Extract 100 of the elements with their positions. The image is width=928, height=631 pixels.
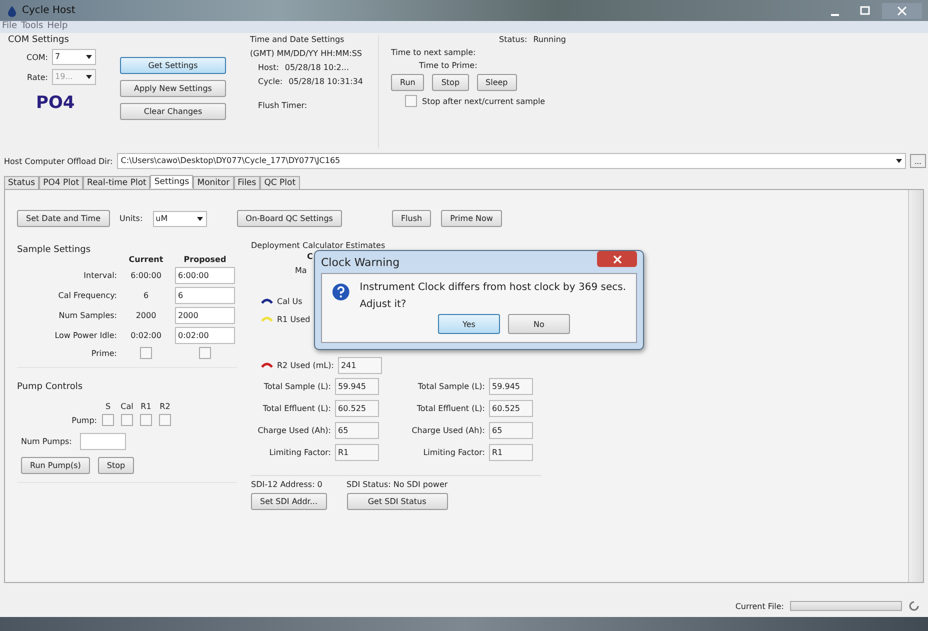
settings-button[interactable]: Apply New Settings: [120, 80, 226, 97]
refresh-icon: [908, 600, 920, 612]
menu-item[interactable]: Help: [47, 21, 68, 33]
estimate-label: Total Sample (L):: [418, 382, 485, 391]
proposed-field[interactable]: 6: [175, 287, 235, 304]
estimate-label: Limiting Factor:: [269, 448, 331, 457]
get-sdi-button[interactable]: Get SDI Status: [346, 493, 448, 510]
estimate-label: Charge Used (Ah):: [258, 426, 331, 435]
value-field: 59.945: [335, 378, 379, 395]
run-control-button[interactable]: Sleep: [476, 74, 517, 91]
setting-label: Num Samples:: [58, 311, 117, 320]
run-pumps-button[interactable]: Run Pump(s): [21, 457, 90, 474]
menu-item[interactable]: Tools: [21, 21, 44, 33]
settings-button[interactable]: Clear Changes: [120, 103, 226, 120]
pump-label: S: [104, 402, 112, 411]
tab[interactable]: Monitor: [193, 176, 234, 189]
current-value: 6:00:00: [130, 271, 162, 280]
legend-label: Cal Us: [277, 296, 302, 306]
tab[interactable]: QC Plot: [260, 176, 300, 189]
cycle-time: 05/28/18 10:31:34: [288, 77, 363, 86]
checkbox[interactable]: [199, 347, 211, 359]
close-button[interactable]: [882, 2, 922, 18]
group-title: Sample Settings: [17, 245, 92, 255]
current-file-label: Current File:: [735, 602, 784, 610]
num-pumps-label: Num Pumps:: [21, 437, 72, 446]
scrollbar[interactable]: [908, 190, 923, 582]
checkbox[interactable]: [140, 414, 152, 426]
column-header: Proposed: [182, 255, 228, 264]
units-dropdown[interactable]: uM: [152, 210, 207, 226]
pump-label: R1: [140, 402, 152, 411]
offload-label: Host Computer Offload Dir:: [4, 156, 113, 166]
group-title: Time and Date Settings: [250, 35, 346, 44]
qc-settings-button[interactable]: On-Board QC Settings: [236, 210, 342, 227]
status-value: Running: [533, 35, 566, 44]
run-control-button[interactable]: Stop: [432, 74, 469, 91]
run-control-button[interactable]: Run: [391, 74, 424, 91]
setting-label: Cal Frequency:: [57, 291, 117, 300]
setting-label: Interval:: [82, 271, 117, 280]
value-field: 59.945: [489, 378, 533, 395]
window-title: Cycle Host: [22, 5, 76, 16]
set-date-button[interactable]: Set Date and Time: [17, 210, 110, 227]
next-sample-label: Time to next sample:: [391, 48, 477, 57]
num-pumps-field[interactable]: [80, 433, 126, 450]
maximize-icon: [860, 6, 870, 16]
column-header: Current: [128, 255, 164, 264]
prime-now-button[interactable]: Prime Now: [441, 210, 502, 227]
settings-button[interactable]: Get Settings: [120, 57, 226, 74]
proposed-field[interactable]: 0:02:00: [175, 327, 235, 344]
value-field: 65: [489, 422, 533, 439]
proposed-field[interactable]: 6:00:00: [175, 267, 235, 284]
checkbox[interactable]: [140, 347, 152, 359]
estimate-label: Total Sample (L):: [264, 382, 331, 391]
sdi-address-text: SDI-12 Address: 0: [251, 480, 324, 489]
analyte-label: PO4: [36, 93, 76, 113]
estimate-label: Charge Used (Ah):: [412, 426, 485, 435]
current-value: 2000: [134, 311, 158, 320]
tab[interactable]: Real-time Plot: [83, 176, 150, 189]
dialog-message: Instrument Clock differs from host clock by 369 secs.: [360, 282, 626, 293]
dialog-question: Adjust it?: [360, 299, 408, 310]
tab[interactable]: Files: [234, 176, 260, 189]
stop-button[interactable]: Stop: [98, 457, 134, 474]
flush-timer-label: Flush Timer:: [258, 101, 308, 110]
offload-dir-field[interactable]: C:\Users\cawo\Desktop\DY077\Cycle_177\DY077\JC165: [116, 153, 906, 169]
value-field: 60.525: [335, 400, 379, 417]
flush-button[interactable]: Flush: [392, 210, 432, 227]
checkbox[interactable]: [102, 414, 114, 426]
question-icon: [332, 282, 350, 302]
estimate-label: Total Effluent (L):: [416, 404, 485, 413]
current-value: 6: [142, 291, 150, 300]
pump-label: R2: [158, 402, 172, 411]
checkbox[interactable]: [405, 95, 417, 107]
com-dropdown[interactable]: 7: [52, 49, 96, 65]
rate-label: Rate:: [26, 72, 48, 82]
group-title: COM Settings: [8, 35, 70, 45]
value-field: 241: [338, 356, 382, 374]
value-field: 60.525: [489, 400, 533, 417]
tab[interactable]: PO4 Plot: [39, 176, 84, 189]
checkbox[interactable]: [159, 414, 171, 426]
proposed-field[interactable]: 2000: [175, 307, 235, 324]
prime-time-label: Time to Prime:: [418, 61, 478, 70]
group-title: Pump Controls: [17, 382, 84, 392]
set-sdi-button[interactable]: Set SDI Addr...: [251, 493, 326, 510]
tab[interactable]: Status: [4, 176, 40, 189]
close-icon: [612, 254, 622, 264]
checkbox-label: Stop after next/current sample: [422, 96, 546, 106]
close-button[interactable]: [597, 251, 637, 267]
format-text: (GMT) MM/DD/YY HH:MM:SS: [250, 49, 363, 58]
value-field: R1: [489, 444, 533, 461]
sdi-status-text: SDI Status: No SDI power: [346, 480, 448, 489]
estimate-label: Total Effluent (L):: [262, 404, 331, 413]
dialog-button[interactable]: Yes: [438, 314, 500, 334]
menu-item[interactable]: File: [2, 21, 18, 33]
pump-label: Pump:: [70, 416, 97, 424]
drop-icon: [6, 4, 18, 16]
dialog-button[interactable]: No: [508, 314, 570, 334]
tab[interactable]: Settings: [150, 175, 194, 188]
checkbox[interactable]: [121, 414, 133, 426]
close-icon: [897, 6, 907, 16]
browse-button[interactable]: ...: [910, 154, 926, 168]
host-time: 05/28/18 10:2...: [284, 63, 349, 72]
